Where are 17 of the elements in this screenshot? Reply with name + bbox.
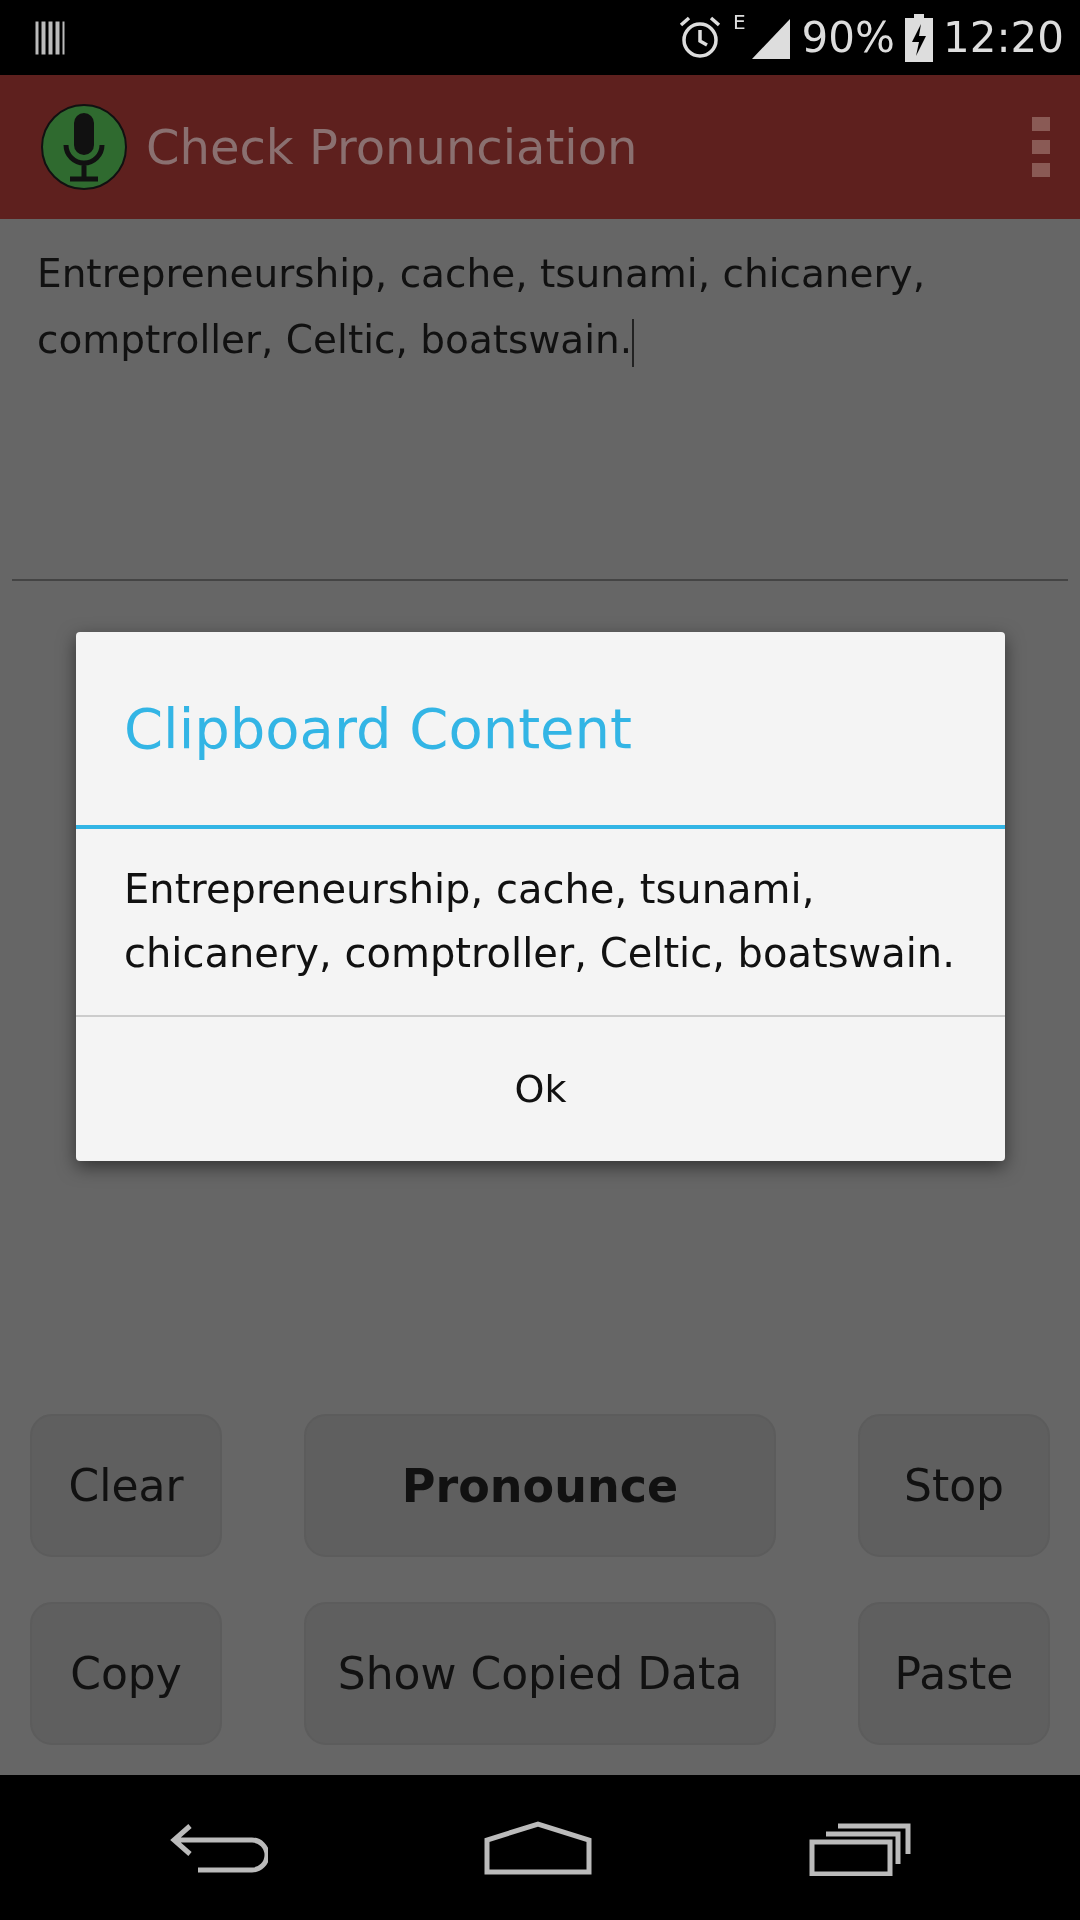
home-icon[interactable] [483,1819,593,1876]
battery-charging-icon [904,13,933,62]
action-button[interactable]: Show Copied Data [304,1602,776,1745]
text-input-field[interactable]: Entrepreneurship, cache, tsunami, chicanery, comptroller, Celtic, boatswain. [12,231,1068,581]
app-title: Check Pronunciation [146,119,639,175]
dialog-message: Entrepreneurship, cache, tsunami, chicanery, comptroller, Celtic, boatswain. [76,829,1005,1017]
network-type: E [732,10,746,34]
action-button[interactable]: Pronounce [304,1414,776,1557]
action-button[interactable]: Paste [858,1602,1050,1745]
ok-button[interactable]: Ok [76,1017,1005,1161]
action-button[interactable]: Clear [30,1414,222,1557]
action-button[interactable]: Copy [30,1602,222,1745]
dialog-title: Clipboard Content [76,632,1005,829]
battery-percent: 90% [801,13,895,62]
clock: 12:20 [942,13,1064,62]
action-button[interactable]: Stop [858,1414,1050,1557]
microphone-icon [40,103,128,191]
